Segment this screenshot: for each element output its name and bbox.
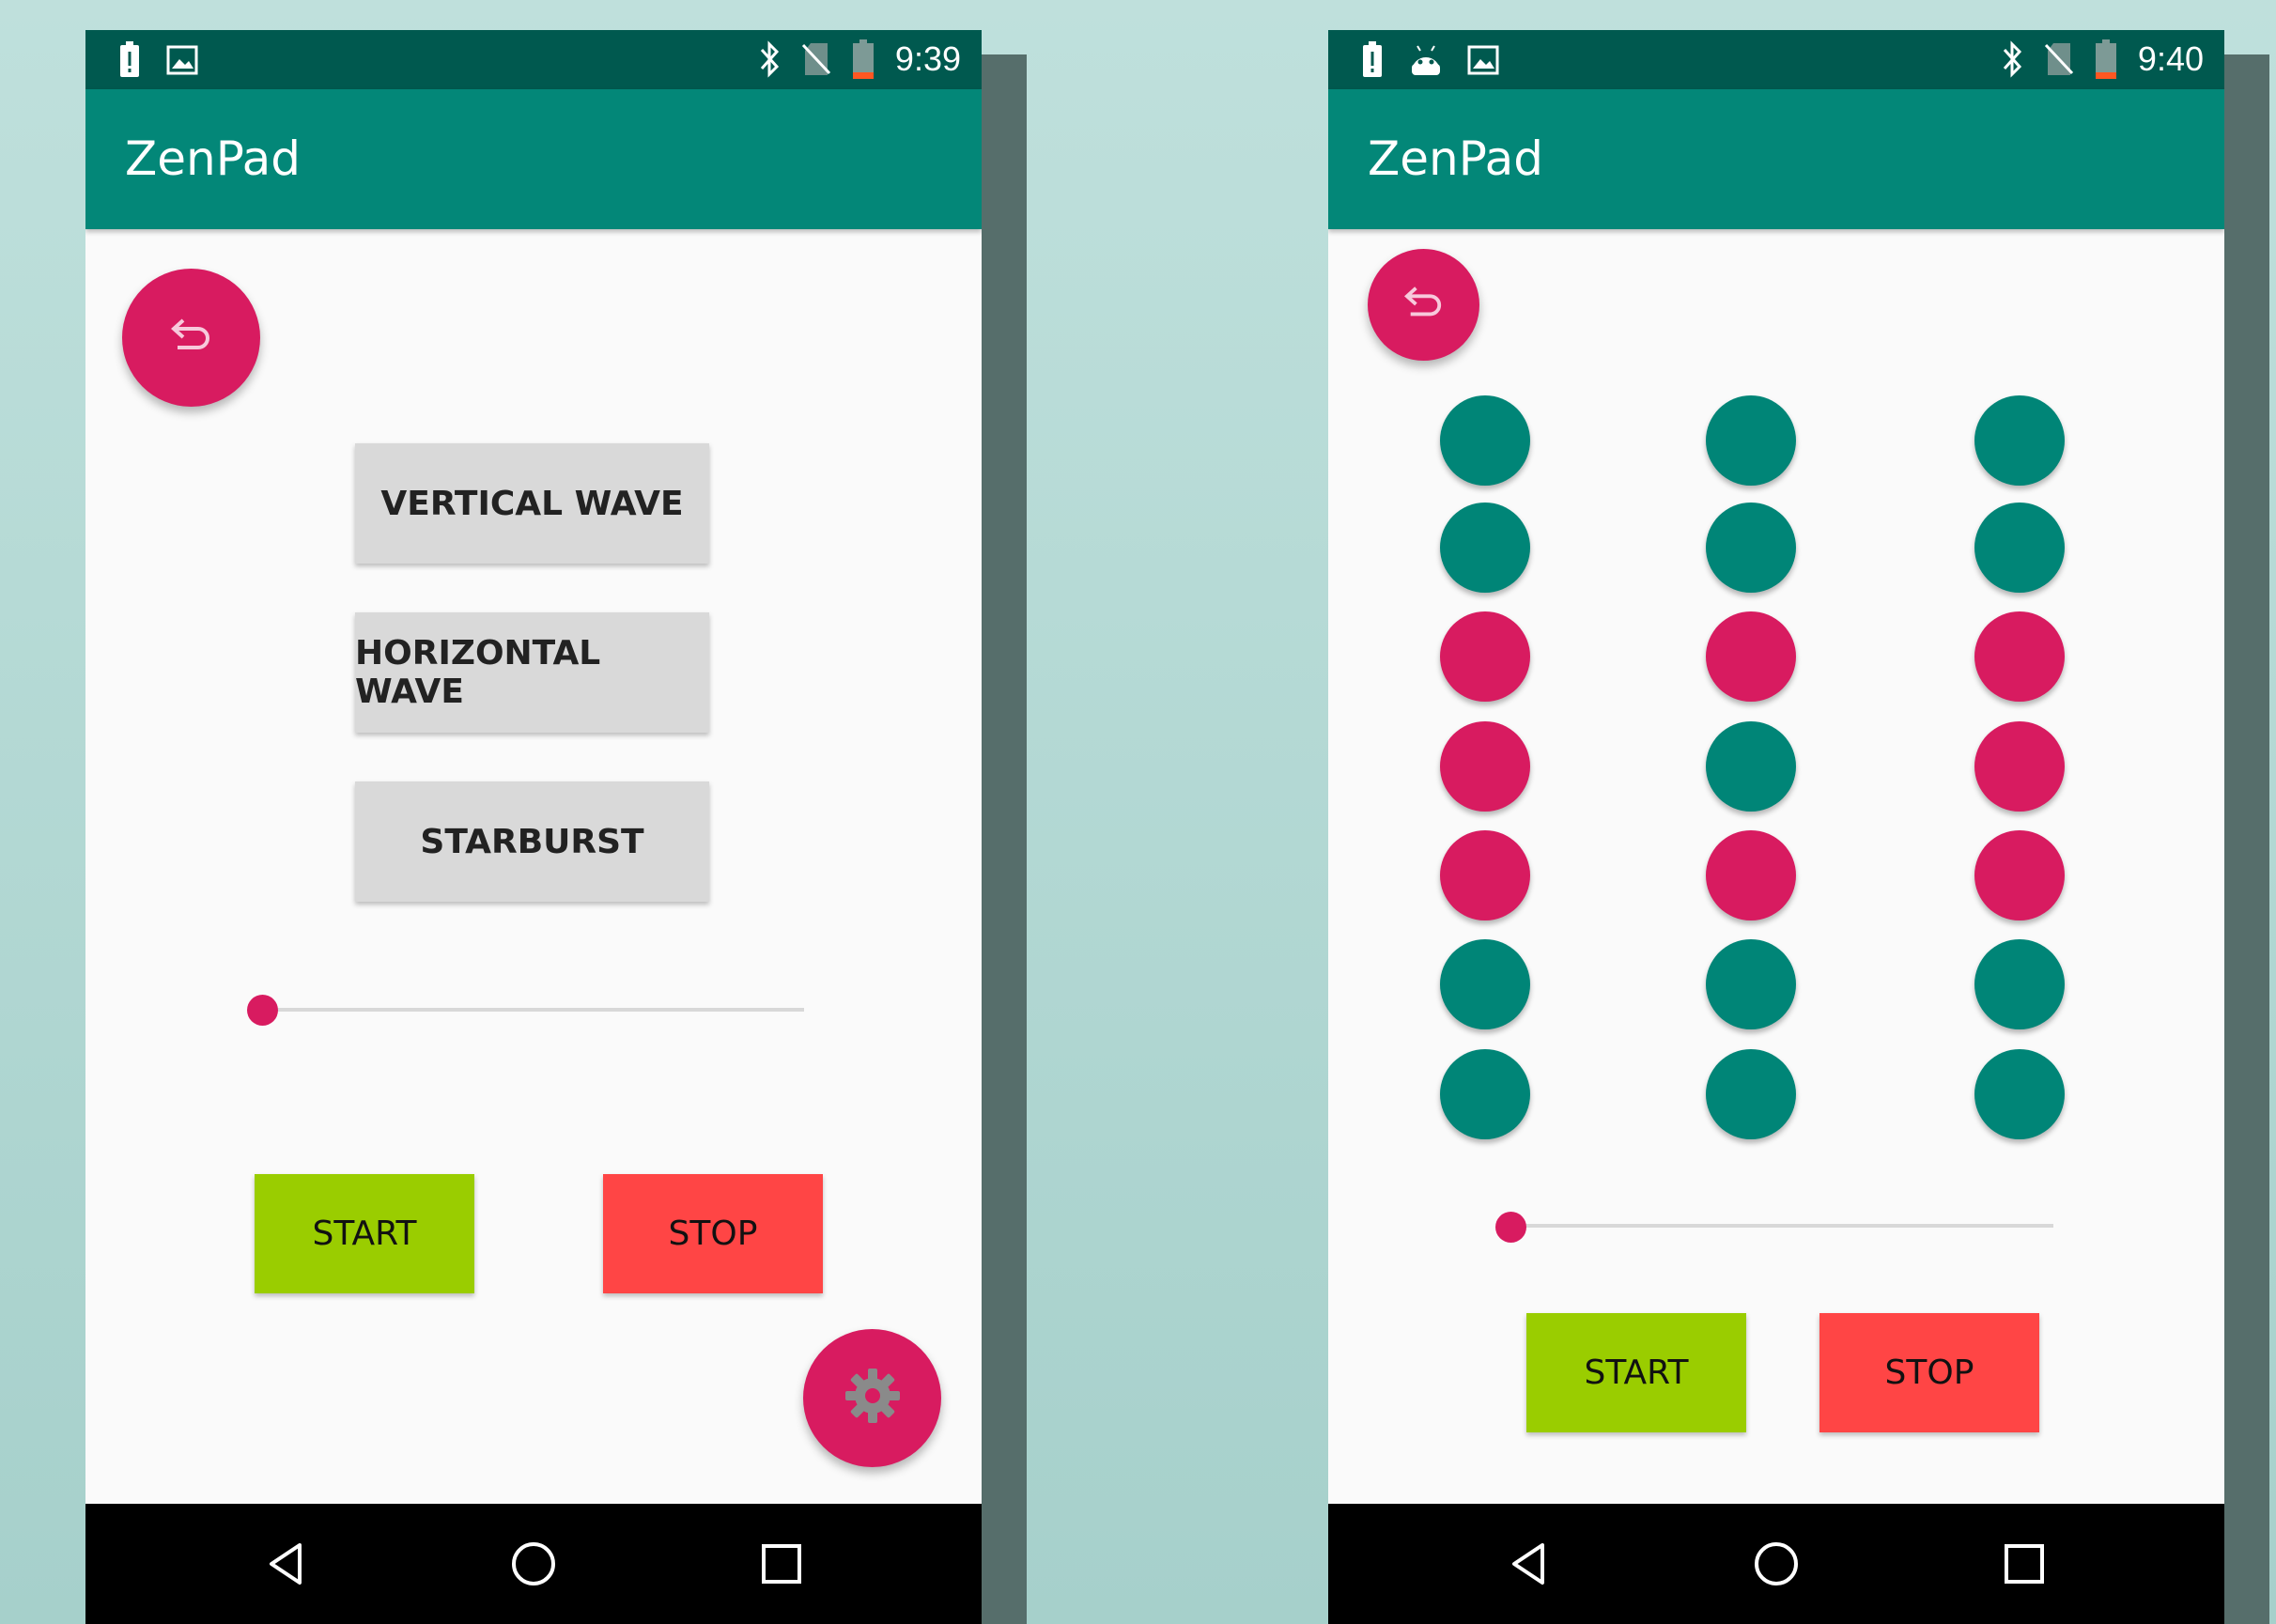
battery-low-icon xyxy=(852,39,875,79)
pad-dot-teal[interactable] xyxy=(1974,395,2065,486)
home-icon[interactable] xyxy=(505,1536,562,1592)
pad-dot-teal[interactable] xyxy=(1440,939,1530,1029)
stop-button[interactable]: STOP xyxy=(1819,1313,2039,1432)
status-bar: 9:39 xyxy=(85,30,982,89)
pad-dot-teal[interactable] xyxy=(1440,503,1530,593)
undo-icon xyxy=(168,315,215,361)
pad-dot-teal[interactable] xyxy=(1706,939,1796,1029)
pad-dot-teal[interactable] xyxy=(1706,395,1796,486)
pad-dot-pink[interactable] xyxy=(1440,721,1530,812)
speed-slider-track[interactable] xyxy=(1511,1224,2053,1228)
back-icon[interactable] xyxy=(1501,1536,1557,1592)
pad-dot-pink[interactable] xyxy=(1974,721,2065,812)
settings-button[interactable] xyxy=(803,1329,941,1467)
pad-dot-teal[interactable] xyxy=(1440,1049,1530,1139)
pad-dot-teal[interactable] xyxy=(1974,939,2065,1029)
pad-dot-teal[interactable] xyxy=(1706,503,1796,593)
pad-dot-pink[interactable] xyxy=(1706,611,1796,702)
phone-screen-left: 9:39 ZenPad VERTICAL WAVE HORIZONTAL WAV… xyxy=(85,30,982,1624)
horizontal-wave-button[interactable]: HORIZONTAL WAVE xyxy=(355,612,709,733)
status-time: 9:39 xyxy=(894,39,961,78)
pad-dot-pink[interactable] xyxy=(1706,830,1796,920)
pad-dot-pink[interactable] xyxy=(1440,830,1530,920)
pad-dot-teal[interactable] xyxy=(1974,503,2065,593)
alert-battery-icon xyxy=(117,41,142,79)
starburst-button[interactable]: STARBURST xyxy=(355,781,709,902)
speed-slider-thumb[interactable] xyxy=(1495,1212,1526,1243)
recents-icon[interactable] xyxy=(753,1536,810,1592)
speed-slider-thumb[interactable] xyxy=(247,995,278,1026)
pad-dot-teal[interactable] xyxy=(1974,1049,2065,1139)
navigation-bar xyxy=(85,1504,982,1624)
start-button[interactable]: START xyxy=(1526,1313,1746,1432)
pad-dot-pink[interactable] xyxy=(1974,611,2065,702)
bluetooth-icon xyxy=(758,40,781,78)
app-bar: ZenPad xyxy=(85,89,982,229)
navigation-bar xyxy=(1328,1504,2224,1624)
image-icon xyxy=(166,45,198,75)
no-sim-icon xyxy=(801,41,831,77)
app-title: ZenPad xyxy=(125,131,301,186)
dot-grid xyxy=(1328,30,2224,1624)
pad-dot-teal[interactable] xyxy=(1706,1049,1796,1139)
pad-dot-pink[interactable] xyxy=(1440,611,1530,702)
back-icon[interactable] xyxy=(258,1536,315,1592)
home-icon[interactable] xyxy=(1748,1536,1804,1592)
phone-screen-right: 9:40 ZenPad START STOP xyxy=(1328,30,2224,1624)
start-button[interactable]: START xyxy=(255,1174,474,1293)
pad-dot-teal[interactable] xyxy=(1706,721,1796,812)
pad-dot-teal[interactable] xyxy=(1440,395,1530,486)
stop-button[interactable]: STOP xyxy=(603,1174,823,1293)
gear-icon xyxy=(842,1365,904,1431)
speed-slider-track[interactable] xyxy=(262,1008,804,1012)
pad-dot-pink[interactable] xyxy=(1974,830,2065,920)
undo-button[interactable] xyxy=(122,269,260,407)
vertical-wave-button[interactable]: VERTICAL WAVE xyxy=(355,443,709,564)
recents-icon[interactable] xyxy=(1996,1536,2052,1592)
